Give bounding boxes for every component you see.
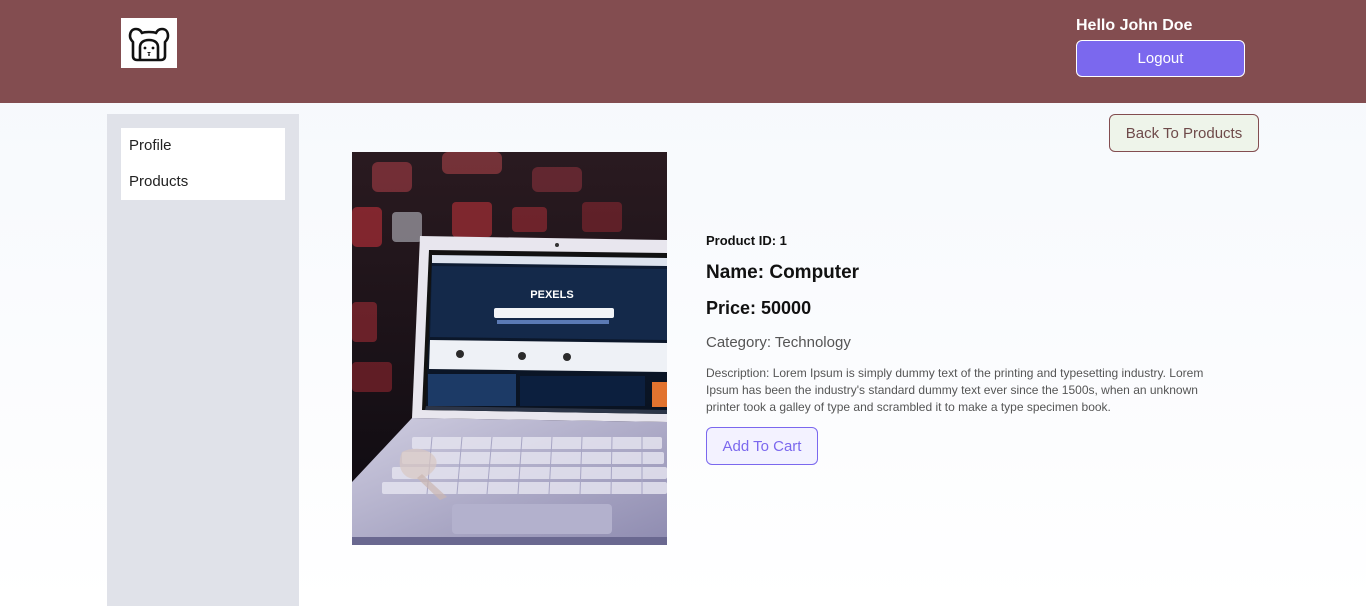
add-to-cart-button[interactable]: Add To Cart [706, 427, 818, 465]
sidebar-item-products[interactable]: Products [121, 164, 285, 200]
product-category: Category: Technology [706, 334, 851, 351]
logo[interactable] [121, 18, 177, 68]
product-name: Name: Computer [706, 262, 860, 283]
sidebar: Profile Products [107, 114, 299, 606]
screen-brand-text: PEXELS [530, 289, 573, 301]
sidebar-item-profile[interactable]: Profile [121, 128, 285, 164]
product-image: PEXELS [352, 152, 667, 545]
back-to-products-button[interactable]: Back To Products [1109, 114, 1259, 152]
user-greeting: Hello John Doe [1076, 17, 1193, 34]
sidebar-menu: Profile Products [121, 128, 285, 200]
bear-logo-icon [128, 27, 170, 62]
product-price: Price: 50000 [706, 298, 812, 318]
logout-button[interactable]: Logout [1076, 40, 1245, 77]
top-header: Hello John Doe Logout [0, 0, 1366, 103]
product-id: Product ID: 1 [706, 233, 787, 248]
product-description: Description: Lorem Ipsum is simply dummy… [706, 366, 1204, 414]
laptop-photo: PEXELS [352, 152, 667, 545]
